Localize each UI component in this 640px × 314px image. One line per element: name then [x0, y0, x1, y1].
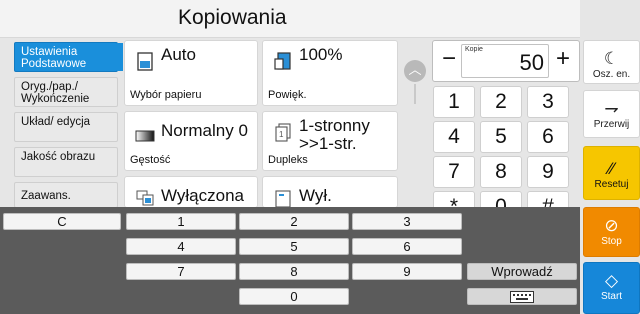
kbd-key-4[interactable]: 4: [126, 238, 236, 255]
title-bar: Kopiowania: [0, 0, 580, 38]
stop-button[interactable]: ⊘ Stop: [583, 207, 640, 257]
reset-icon: ⁄⁄: [608, 159, 615, 178]
copies-value: 50: [519, 50, 544, 75]
kbd-key-8[interactable]: 8: [239, 263, 349, 280]
scroll-track[interactable]: [414, 84, 416, 104]
zoom-value: 100%: [299, 45, 343, 64]
kbd-key-7[interactable]: 7: [126, 263, 236, 280]
kbd-key-0[interactable]: 0: [239, 288, 349, 305]
nav-item-original-paper[interactable]: Oryg./pap./ Wykończenie: [14, 77, 118, 107]
paper-value: Auto: [161, 45, 196, 64]
zoom-page-icon: [274, 52, 291, 70]
kbd-key-9[interactable]: 9: [352, 263, 462, 280]
numeric-keyboard-panel: C 1 2 3 4 5 6 7 8 9 Wprowadź 0: [0, 207, 580, 314]
scroll-up-knob[interactable]: ︿: [404, 60, 426, 82]
combine-pages-icon: [136, 190, 154, 206]
copies-field[interactable]: Kopie 50: [461, 44, 549, 78]
staple-value: Wył.: [299, 186, 332, 205]
duplex-page-icon: 1: [275, 123, 291, 142]
chevron-up-icon: ︿: [408, 62, 422, 77]
interrupt-button[interactable]: ⇁ Przerwij: [583, 90, 640, 138]
reset-label: Resetuj: [594, 179, 629, 190]
duplex-value: 1-stronny >>1-str.: [299, 116, 370, 153]
duplex-label: Dupleks: [268, 154, 308, 166]
start-label: Start: [600, 291, 623, 302]
duplex-card[interactable]: 1 1-stronny >>1-str. Dupleks: [262, 111, 398, 171]
kbd-key-6[interactable]: 6: [352, 238, 462, 255]
paper-selection-card[interactable]: Auto Wybór papieru: [124, 40, 258, 106]
nav-item-advanced[interactable]: Zaawans.: [14, 182, 118, 208]
density-label: Gęstość: [130, 154, 171, 166]
start-icon: ◇: [604, 271, 619, 290]
reset-button[interactable]: ⁄⁄ Resetuj: [583, 146, 640, 200]
staple-icon: [275, 190, 291, 207]
stop-icon: ⊘: [604, 216, 619, 235]
nav-item-layout[interactable]: Układ/ edycja: [14, 112, 118, 142]
kbd-key-3[interactable]: 3: [352, 213, 462, 230]
copies-minus-button[interactable]: −: [437, 45, 461, 73]
nav-item-label: Układ/ edycja: [21, 116, 91, 128]
zoom-label: Powięk.: [268, 89, 307, 101]
keypad-4[interactable]: 4: [433, 121, 475, 153]
kbd-key-2[interactable]: 2: [239, 213, 349, 230]
page-title: Kopiowania: [178, 6, 287, 29]
nav-item-basic[interactable]: Ustawienia Podstawowe: [14, 42, 123, 72]
keypad-6[interactable]: 6: [527, 121, 569, 153]
keypad-2[interactable]: 2: [480, 86, 522, 118]
combine-card[interactable]: Wyłączona: [124, 176, 258, 208]
energy-saver-button[interactable]: ☾ Osz. en.: [583, 40, 640, 84]
keypad-8[interactable]: 8: [480, 156, 522, 188]
copies-plus-button[interactable]: +: [551, 45, 575, 73]
paper-label: Wybór papieru: [130, 89, 202, 101]
keyboard-icon: [510, 291, 534, 303]
nav-item-label: Zaawans.: [21, 190, 71, 202]
keypad-9[interactable]: 9: [527, 156, 569, 188]
paper-tray-icon: [137, 52, 153, 71]
nav-item-image-quality[interactable]: Jakość obrazu: [14, 147, 118, 177]
nav-item-label: Jakość obrazu: [21, 151, 96, 163]
zoom-card[interactable]: 100% Powięk.: [262, 40, 398, 106]
nav-item-label: Ustawienia Podstawowe: [21, 46, 87, 70]
interrupt-icon: ⇁: [604, 99, 619, 118]
clear-key[interactable]: C: [3, 213, 121, 230]
staple-card[interactable]: Wył.: [262, 176, 398, 208]
kbd-key-5[interactable]: 5: [239, 238, 349, 255]
copies-label: Kopie: [465, 46, 483, 53]
density-card[interactable]: Normalny 0 Gęstość: [124, 111, 258, 171]
energy-saver-label: Osz. en.: [592, 69, 631, 80]
svg-text:1: 1: [279, 130, 284, 139]
keypad-3[interactable]: 3: [527, 86, 569, 118]
keypad-7[interactable]: 7: [433, 156, 475, 188]
keypad-1[interactable]: 1: [433, 86, 475, 118]
kbd-key-1[interactable]: 1: [126, 213, 236, 230]
enter-key[interactable]: Wprowadź: [467, 263, 577, 280]
interrupt-label: Przerwij: [593, 119, 630, 130]
moon-icon: ☾: [603, 49, 620, 68]
left-nav: Ustawienia Podstawowe Oryg./pap./ Wykońc…: [14, 40, 123, 208]
density-bar-icon: [135, 130, 155, 142]
combine-value: Wyłączona: [161, 186, 244, 205]
keypad-5[interactable]: 5: [480, 121, 522, 153]
nav-item-label: Oryg./pap./ Wykończenie: [21, 81, 90, 105]
copies-box: − Kopie 50 +: [432, 40, 580, 82]
keyboard-toggle-button[interactable]: [467, 288, 577, 305]
density-value: Normalny 0: [161, 121, 248, 140]
start-button[interactable]: ◇ Start: [583, 262, 640, 314]
stop-label: Stop: [601, 236, 622, 247]
